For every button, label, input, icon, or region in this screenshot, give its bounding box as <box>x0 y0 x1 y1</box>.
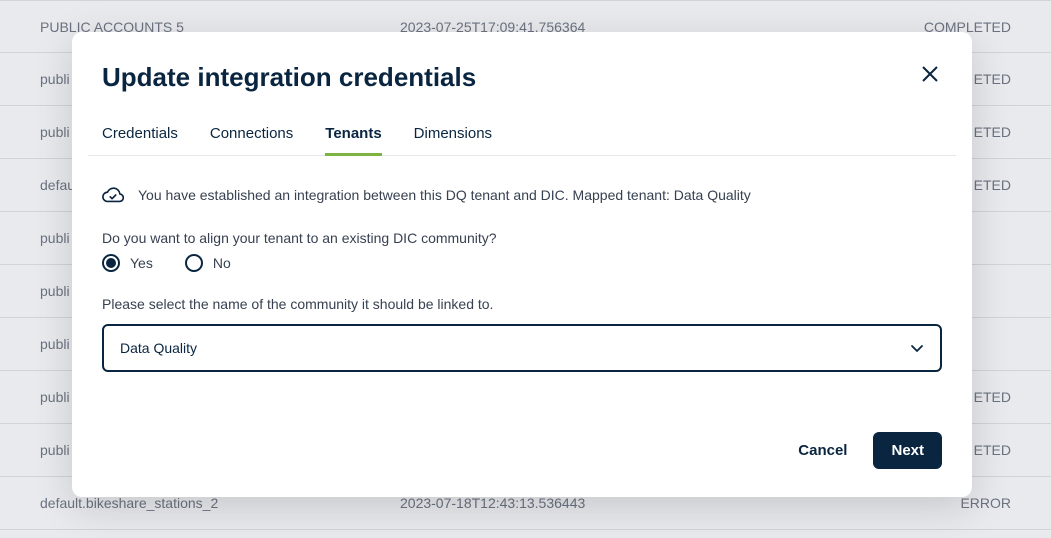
tab-connections[interactable]: Connections <box>210 125 293 155</box>
modal-footer: Cancel Next <box>72 432 972 493</box>
tab-dimensions[interactable]: Dimensions <box>414 125 492 155</box>
update-credentials-modal: Update integration credentials Credentia… <box>72 32 972 497</box>
radio-yes-label: Yes <box>130 255 153 271</box>
next-button[interactable]: Next <box>873 432 942 469</box>
tabs: Credentials Connections Tenants Dimensio… <box>88 125 956 156</box>
tab-tenants[interactable]: Tenants <box>325 125 381 155</box>
community-select[interactable]: Data Quality <box>102 324 942 372</box>
info-row: You have established an integration betw… <box>102 184 942 206</box>
modal-header: Update integration credentials <box>72 32 972 93</box>
close-icon <box>922 66 938 82</box>
modal-body: You have established an integration betw… <box>72 156 972 432</box>
chevron-down-icon <box>910 341 924 355</box>
row-name: default.bikeshare_stations_2 <box>40 495 400 511</box>
row-date: 2023-07-18T12:43:13.536443 <box>400 495 911 511</box>
community-select-label: Please select the name of the community … <box>102 296 942 312</box>
modal-title: Update integration credentials <box>102 62 476 93</box>
info-text: You have established an integration betw… <box>138 187 751 203</box>
radio-no-label: No <box>213 255 231 271</box>
row-status: ERROR <box>911 495 1011 511</box>
radio-no[interactable]: No <box>185 254 231 272</box>
radio-yes[interactable]: Yes <box>102 254 153 272</box>
cloud-check-icon <box>102 184 124 206</box>
align-question: Do you want to align your tenant to an e… <box>102 230 942 246</box>
tab-credentials[interactable]: Credentials <box>102 125 178 155</box>
radio-circle-icon <box>102 254 120 272</box>
selected-value: Data Quality <box>120 340 197 356</box>
radio-circle-icon <box>185 254 203 272</box>
cancel-button[interactable]: Cancel <box>792 432 853 469</box>
close-button[interactable] <box>918 62 942 86</box>
radio-group: Yes No <box>102 254 942 272</box>
